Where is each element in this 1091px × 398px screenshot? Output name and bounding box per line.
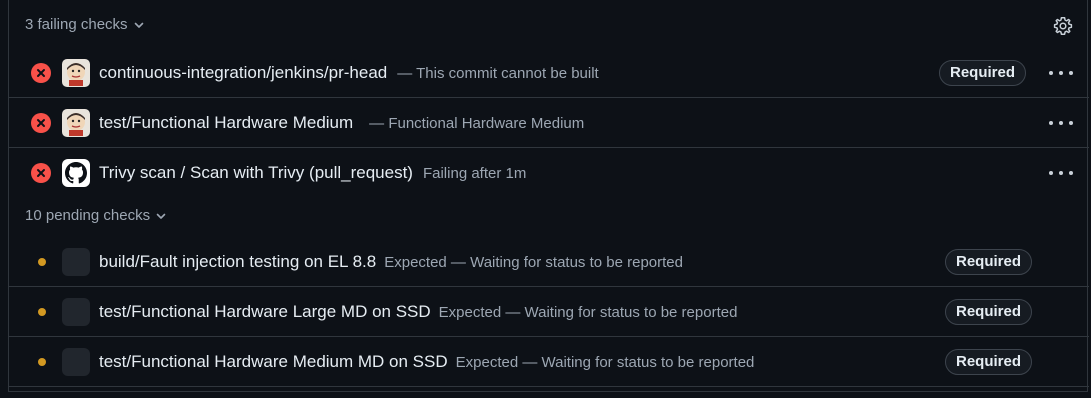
pending-checks-toggle[interactable]: 10 pending checks <box>25 207 166 224</box>
x-circle-fill-icon <box>31 163 51 183</box>
check-link[interactable]: test/Functional Hardware Medium — Functio… <box>99 113 584 133</box>
check-name: Trivy scan / Scan with Trivy (pull_reque… <box>99 163 413 182</box>
dot-fill-icon <box>38 257 46 266</box>
check-row-fault-injection: build/Fault injection testing on EL 8.8 E… <box>9 237 1089 287</box>
gear-icon[interactable] <box>1053 16 1073 36</box>
check-row-large-md-ssd: test/Functional Hardware Large MD on SSD… <box>9 287 1089 337</box>
avatar-placeholder <box>62 297 90 326</box>
kebab-horizontal-icon[interactable] <box>1049 63 1073 83</box>
chevron-down-icon <box>134 22 143 28</box>
required-badge: Required <box>945 348 1033 375</box>
chevron-down-icon <box>156 213 166 219</box>
check-row-functional-hardware-medium: test/Functional Hardware Medium — Functio… <box>9 98 1089 148</box>
check-row-jenkins-pr-head: continuous-integration/jenkins/pr-head — … <box>9 48 1089 98</box>
required-badge: Required <box>939 59 1027 86</box>
check-name: continuous-integration/jenkins/pr-head <box>99 62 388 82</box>
dot-fill-icon <box>38 307 46 316</box>
check-description: — This commit cannot be built <box>397 64 599 82</box>
check-description: Expected — Waiting for status to be repo… <box>455 353 755 371</box>
failing-checks-header: 3 failing checks <box>25 16 128 33</box>
check-link[interactable]: test/Functional Hardware Medium MD on SS… <box>99 352 754 372</box>
failing-checks-toggle[interactable]: 3 failing checks <box>25 16 144 33</box>
kebab-horizontal-icon[interactable] <box>1049 113 1073 133</box>
check-description: Failing after 1m <box>422 165 527 182</box>
github-avatar <box>62 159 90 187</box>
x-circle-fill-icon <box>31 112 51 133</box>
check-name: test/Functional Hardware Large MD on SSD <box>99 301 431 321</box>
avatar-placeholder <box>62 347 90 376</box>
check-name: build/Fault injection testing on EL 8.8 <box>99 251 377 271</box>
check-description: Expected — Waiting for status to be repo… <box>438 303 738 321</box>
check-link[interactable]: test/Functional Hardware Large MD on SSD… <box>99 302 737 322</box>
x-circle-fill-icon <box>31 62 51 83</box>
check-row-medium-md-ssd: test/Functional Hardware Medium MD on SS… <box>9 337 1089 387</box>
check-description: — Functional Hardware Medium <box>369 114 585 132</box>
check-description: Expected — Waiting for status to be repo… <box>384 253 683 271</box>
check-link[interactable]: Trivy scan / Scan with Trivy (pull_reque… <box>99 163 526 183</box>
kebab-horizontal-icon[interactable] <box>1049 163 1073 183</box>
required-badge: Required <box>945 298 1033 325</box>
check-row-trivy-scan: Trivy scan / Scan with Trivy (pull_reque… <box>9 148 1089 198</box>
jenkins-avatar <box>62 58 90 87</box>
check-name: test/Functional Hardware Medium <box>99 112 354 132</box>
required-badge: Required <box>945 248 1033 275</box>
jenkins-avatar <box>62 108 90 137</box>
check-link[interactable]: build/Fault injection testing on EL 8.8 E… <box>99 252 683 272</box>
avatar-placeholder <box>62 247 90 276</box>
check-name: test/Functional Hardware Medium MD on SS… <box>99 351 448 371</box>
check-link[interactable]: continuous-integration/jenkins/pr-head — … <box>99 63 599 83</box>
dot-fill-icon <box>38 357 46 366</box>
pending-checks-header: 10 pending checks <box>25 207 151 224</box>
checks-panel: 3 failing checks continuous-integration/… <box>8 0 1089 392</box>
